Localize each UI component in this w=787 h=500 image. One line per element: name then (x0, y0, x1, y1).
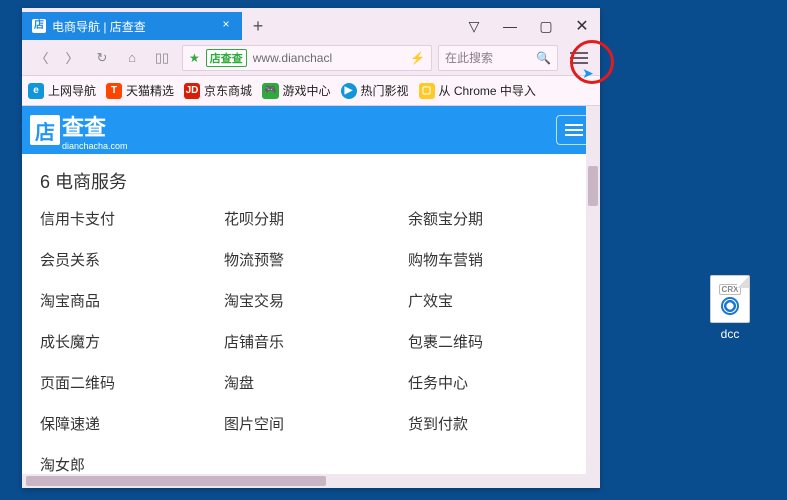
bookmark-label: 热门影视 (361, 82, 409, 99)
menu-button[interactable] (564, 43, 594, 73)
bookmark-icon: T (106, 83, 122, 99)
crx-badge: CRX (719, 284, 742, 295)
service-link[interactable]: 包裹二维码 (408, 331, 582, 352)
new-tab-button[interactable]: + (242, 12, 274, 40)
browser-window: 店 电商导航 | 店查查 × + ▽ — ▢ ✕ 〈 〉 ↻ ⌂ ▯▯ ★ 店查… (22, 8, 600, 488)
service-link[interactable]: 淘女郎 (40, 454, 214, 475)
bookmark-label: 京东商城 (204, 82, 252, 99)
service-link[interactable]: 成长魔方 (40, 331, 214, 352)
bookmark-star-icon[interactable]: ★ (189, 51, 200, 65)
browser-toolbar: 〈 〉 ↻ ⌂ ▯▯ ★ 店查查 www.dianchacl ⚡ 在此搜索 🔍 (22, 40, 600, 76)
links-grid: 信用卡支付花呗分期余额宝分期会员关系物流预警购物车营销淘宝商品淘宝交易广效宝成长… (40, 208, 582, 475)
window-close-button[interactable]: ✕ (564, 12, 600, 40)
section-title: 6 电商服务 (40, 168, 582, 194)
reload-button[interactable]: ↻ (88, 44, 116, 72)
reader-button[interactable]: ▯▯ (148, 44, 176, 72)
bookmark-item[interactable]: JD 京东商城 (184, 82, 252, 99)
browser-tab[interactable]: 店 电商导航 | 店查查 × (22, 12, 242, 40)
service-link[interactable]: 淘宝商品 (40, 290, 214, 311)
bookmark-icon: JD (184, 83, 200, 99)
page-content: 店 查查 dianchacha.com 6 电商服务 信用卡支付花呗分期余额宝分… (22, 106, 600, 488)
service-link[interactable]: 保障速递 (40, 413, 214, 434)
search-placeholder: 在此搜索 (445, 49, 493, 66)
logo-subtext: dianchacha.com (62, 142, 128, 151)
url-text: www.dianchacl (253, 51, 404, 65)
desktop-file-icon[interactable]: CRX dcc (700, 275, 760, 341)
service-link[interactable]: 图片空间 (224, 413, 398, 434)
service-link[interactable]: 店铺音乐 (224, 331, 398, 352)
window-controls: ▽ — ▢ ✕ (456, 12, 600, 40)
hamburger-icon (565, 124, 583, 136)
service-link[interactable]: 余额宝分期 (408, 208, 582, 229)
section-ecommerce-services: 6 电商服务 信用卡支付花呗分期余额宝分期会员关系物流预警购物车营销淘宝商品淘宝… (22, 154, 600, 488)
service-link[interactable]: 淘盘 (224, 372, 398, 393)
file-name: dcc (700, 327, 760, 341)
service-link[interactable]: 淘宝交易 (224, 290, 398, 311)
hamburger-icon (570, 52, 588, 64)
bookmark-item[interactable]: T 天猫精选 (106, 82, 174, 99)
site-badge: 店查查 (206, 49, 247, 67)
service-link[interactable]: 会员关系 (40, 249, 214, 270)
service-link[interactable]: 信用卡支付 (40, 208, 214, 229)
tab-favicon: 店 (32, 19, 46, 33)
page-header: 店 查查 dianchacha.com (22, 106, 600, 154)
forward-button[interactable]: 〉 (58, 44, 86, 72)
bookmark-label: 游戏中心 (283, 82, 331, 99)
back-button[interactable]: 〈 (28, 44, 56, 72)
scrollbar-thumb[interactable] (26, 476, 326, 486)
scroll-corner (586, 474, 600, 488)
bolt-icon: ⚡ (410, 51, 425, 65)
bookmark-label: 上网导航 (48, 82, 96, 99)
bookmark-icon: ▢ (419, 83, 435, 99)
bookmark-icon: ▶ (341, 83, 357, 99)
service-link[interactable]: 物流预警 (224, 249, 398, 270)
service-link[interactable]: 购物车营销 (408, 249, 582, 270)
gear-icon (721, 297, 739, 315)
bookmark-label: 从 Chrome 中导入 (439, 82, 536, 99)
horizontal-scrollbar[interactable] (22, 474, 586, 488)
vertical-scrollbar[interactable] (586, 106, 600, 474)
logo-text: 查查 (62, 115, 106, 140)
logo-mark: 店 (30, 115, 60, 145)
tab-strip: 店 电商导航 | 店查查 × + ▽ — ▢ ✕ (22, 8, 600, 40)
file-icon: CRX (710, 275, 750, 323)
home-button[interactable]: ⌂ (118, 44, 146, 72)
bookmark-item[interactable]: ▢ 从 Chrome 中导入 (419, 82, 536, 99)
address-bar[interactable]: ★ 店查查 www.dianchacl ⚡ (182, 45, 432, 71)
scrollbar-thumb[interactable] (588, 166, 598, 206)
bookmark-item[interactable]: 🎮 游戏中心 (262, 82, 330, 99)
window-minimize-button[interactable]: — (492, 12, 528, 40)
bookmark-item[interactable]: e 上网导航 (28, 82, 96, 99)
service-link[interactable]: 广效宝 (408, 290, 582, 311)
window-maximize-button[interactable]: ▢ (528, 12, 564, 40)
service-link[interactable]: 花呗分期 (224, 208, 398, 229)
bookmark-item[interactable]: ▶ 热门影视 (341, 82, 409, 99)
bookmarks-bar: e 上网导航 T 天猫精选 JD 京东商城 🎮 游戏中心 ▶ 热门影视 ▢ 从 … (22, 76, 600, 106)
filter-icon[interactable]: ▽ (456, 12, 492, 40)
service-link[interactable]: 页面二维码 (40, 372, 214, 393)
bookmark-icon: e (28, 83, 44, 99)
tab-title: 电商导航 | 店查查 (52, 18, 146, 35)
search-box[interactable]: 在此搜索 🔍 (438, 45, 558, 71)
site-logo[interactable]: 店 查查 dianchacha.com (30, 110, 128, 151)
bookmark-label: 天猫精选 (126, 82, 174, 99)
search-icon[interactable]: 🔍 (536, 51, 551, 65)
service-link[interactable]: 货到付款 (408, 413, 582, 434)
service-link[interactable]: 任务中心 (408, 372, 582, 393)
tab-close-button[interactable]: × (218, 17, 234, 33)
bookmark-icon: 🎮 (262, 83, 278, 99)
